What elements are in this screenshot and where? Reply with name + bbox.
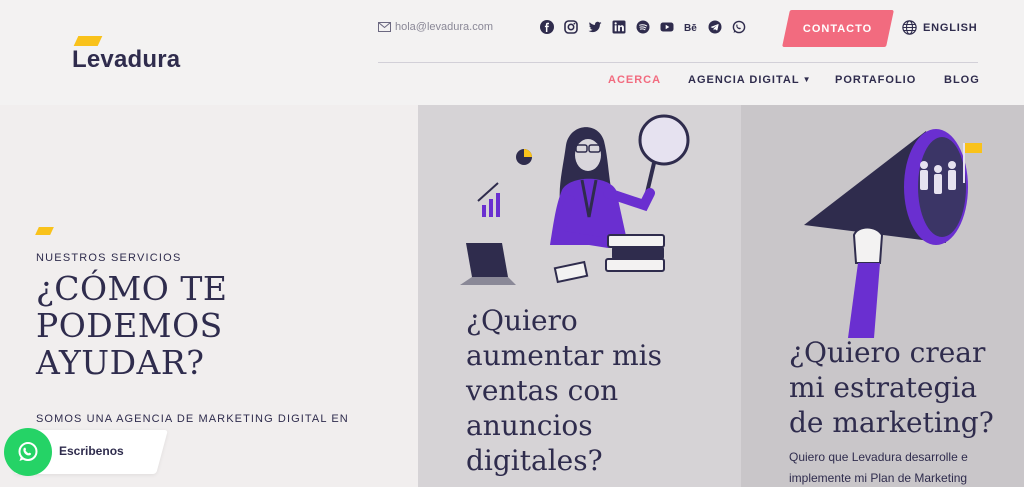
woman-analytics-illustration — [460, 114, 690, 285]
contact-button-label: CONTACTO — [803, 22, 873, 35]
whatsapp-icon[interactable] — [732, 20, 746, 34]
service-card-description: Quiero que Levadura desarrolle e impleme… — [789, 450, 968, 485]
svg-text:Bē: Bē — [684, 23, 697, 34]
facebook-icon[interactable] — [540, 20, 554, 34]
site-header: Levadura hola@levadura.com Bē CONTACTO E… — [0, 0, 1024, 105]
language-label: ENGLISH — [923, 21, 978, 34]
social-links: Bē — [540, 20, 746, 34]
section-subtitle: SOMOS UNA AGENCIA DE MARKETING DIGITAL E… — [36, 413, 349, 425]
whatsapp-chat-widget[interactable]: Escribenos — [4, 428, 168, 476]
chevron-down-icon: ▼ — [802, 75, 812, 84]
nav-blog[interactable]: BLOG — [944, 74, 980, 86]
page-title: ¿CÓMO TE PODEMOS AYUDAR? — [36, 269, 228, 382]
service-card-title: ¿Quiero crear mi estrategia de marketing… — [789, 336, 994, 439]
chat-label[interactable]: Escribenos — [59, 444, 124, 458]
nav-about[interactable]: ACERCA — [608, 74, 661, 86]
nav-blog-label: BLOG — [944, 74, 980, 86]
service-card-title: ¿Quiero aumentar mis ventas con anuncios… — [466, 304, 662, 477]
service-card-ads[interactable]: ¿Quiero aumentar mis ventas con anuncios… — [418, 105, 741, 487]
twitter-icon[interactable] — [588, 20, 602, 34]
globe-icon — [902, 20, 917, 35]
header-divider — [378, 62, 978, 63]
section-eyebrow: NUESTROS SERVICIOS — [36, 252, 182, 264]
behance-icon[interactable]: Bē — [684, 20, 698, 34]
email-text: hola@levadura.com — [395, 21, 493, 33]
contact-button[interactable]: CONTACTO — [782, 10, 894, 47]
nav-agency-label: AGENCIA DIGITAL — [688, 74, 800, 86]
language-switcher[interactable]: ENGLISH — [902, 20, 978, 35]
instagram-icon[interactable] — [564, 20, 578, 34]
nav-portfolio-label: PORTAFOLIO — [835, 74, 917, 86]
logo-mark — [73, 36, 103, 46]
email-link[interactable]: hola@levadura.com — [378, 21, 493, 33]
nav-about-label: ACERCA — [608, 74, 662, 86]
youtube-icon[interactable] — [660, 20, 674, 34]
nav-portfolio[interactable]: PORTAFOLIO — [835, 74, 916, 86]
spotify-icon[interactable] — [636, 20, 650, 34]
service-card-strategy[interactable]: ¿Quiero crear mi estrategia de marketing… — [741, 105, 1024, 487]
whatsapp-icon — [18, 442, 38, 461]
mail-icon — [378, 22, 391, 32]
linkedin-icon[interactable] — [612, 20, 626, 34]
telegram-icon[interactable] — [708, 20, 722, 34]
nav-agency[interactable]: AGENCIA DIGITAL ▼ — [688, 74, 811, 86]
logo-text: Levadura — [72, 46, 181, 73]
megaphone-illustration — [804, 129, 982, 338]
whatsapp-chat-button[interactable] — [4, 428, 52, 476]
